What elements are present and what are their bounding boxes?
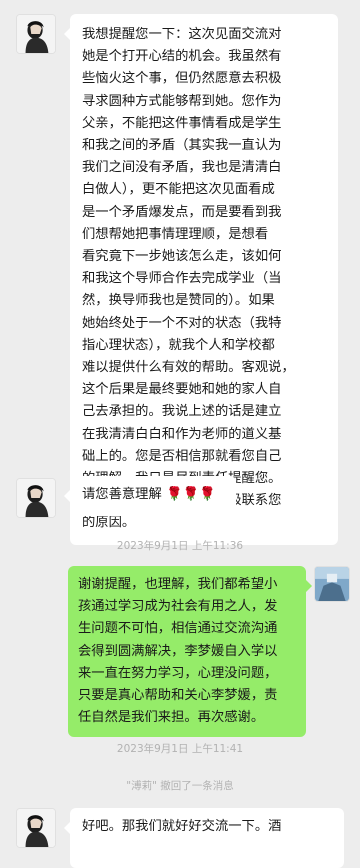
message-line: 白做人），更不能把这次见面看成 [82, 182, 275, 198]
message-line: 谢谢提醒，也理解，我们都希望小 [78, 577, 278, 592]
message-line: 和我这个导师合作去完成学业（当 [82, 271, 282, 287]
message-line: 指心理状态），就我个人和学校都 [82, 337, 275, 353]
message-bubble[interactable]: 好吧。那我们就好好交流一下。酒 [64, 808, 344, 868]
message-line: 础上的。您是否相信那就看您自己 [82, 448, 282, 464]
teacher-avatar-icon[interactable] [16, 808, 56, 848]
message-line: 任自然是我们来担。再次感谢。 [78, 710, 265, 726]
message-line: 己去承担的。我说上述的话是建立 [82, 404, 282, 420]
message-line: 我们之间没有矛盾，我也是清清白 [82, 160, 282, 176]
message-line: 和我之间的矛盾（其实我一直认为 [82, 138, 282, 154]
message-line: 我想提醒您一下：这次见面交流对 [82, 27, 282, 42]
message-line: 来一直在努力学习，心理没问题， [78, 665, 278, 681]
rose-emoji-icon: 🌹🌹🌹 [166, 487, 216, 502]
message-line: 生问题不可怕，相信通过交流沟通 [78, 621, 278, 637]
message-line: 些恼火这个事，但仍然愿意去积极 [82, 71, 282, 87]
message-line: 她始终处于一个不对的状态（我特 [82, 315, 282, 331]
teacher-avatar-icon[interactable] [16, 14, 56, 54]
message-text: 请您善意理解 [82, 487, 162, 502]
message-bubble[interactable]: 请您善意理解 🌹🌹🌹 [64, 476, 236, 516]
message-line: 们想帮她把事情理理顺，是想看 [82, 226, 269, 242]
message-line: 会得到圆满解决，李梦媛自入学以 [78, 643, 278, 659]
teacher-avatar-icon[interactable] [16, 478, 56, 518]
timestamp: 2023年9月1日 上午11:41 [116, 743, 244, 755]
message-line: 看究竟下一步她该怎么走，该如何 [82, 249, 282, 265]
message-line: 寻求圆种方式能够帮到她。您作为 [82, 93, 282, 109]
message-line: 是一个矛盾爆发点，而是要看到我 [82, 204, 282, 220]
message-line: 这个后果是最终要她和她的家人自 [82, 382, 282, 398]
father-avatar-icon[interactable] [314, 566, 350, 602]
message-line: 然，换导师我也是赞同的）。如果 [82, 293, 275, 309]
message-line: 父亲，不能把这件事情看成是学生 [82, 115, 282, 131]
message-line: 孩通过学习成为社会有用之人，发 [78, 599, 278, 615]
message-bubble[interactable]: 谢谢提醒，也理解，我们都希望小 孩通过学习成为社会有用之人，发 生问题不可怕，相… [68, 566, 312, 738]
message-line: 在我清清白白和作为老师的道义基 [82, 426, 282, 442]
message-line: 只要是真心帮助和关心李梦媛，责 [78, 688, 278, 704]
message-bubble[interactable]: 我想提醒您一下：这次见面交流对 她是个打开心结的机会。我虽然有 些恼火这个事，但… [64, 14, 338, 545]
message-line: 好吧。那我们就好好交流一下。酒 [82, 819, 282, 834]
recall-notice: "溥莉" 撤回了一条消息 [126, 780, 234, 792]
message-line: 难以提供什么有效的帮助。客观说， [82, 360, 295, 376]
message-line: 她是个打开心结的机会。我虽然有 [82, 49, 282, 65]
timestamp: 2023年9月1日 上午11:36 [116, 540, 244, 552]
